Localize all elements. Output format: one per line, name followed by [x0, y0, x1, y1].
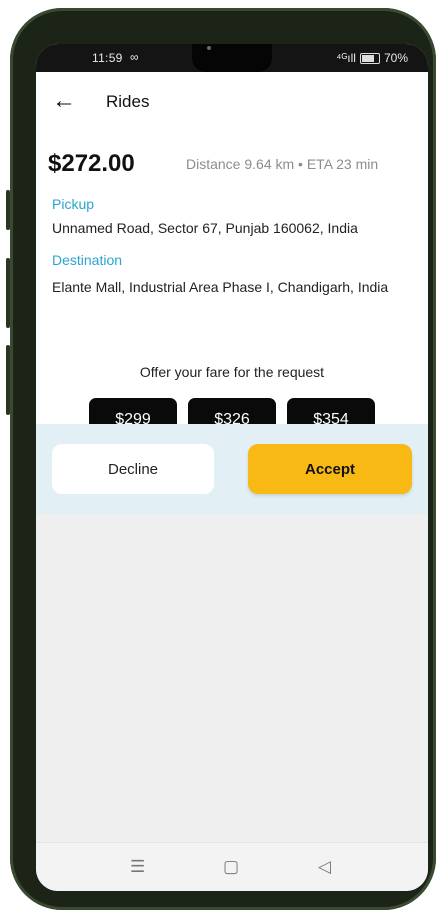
pickup-address: Unnamed Road, Sector 67, Punjab 160062, …: [52, 220, 358, 236]
status-time: 11:59: [92, 51, 123, 65]
page-title: Rides: [106, 92, 150, 111]
battery-level: 70%: [383, 51, 408, 65]
destination-address: Elante Mall, Industrial Area Phase I, Ch…: [52, 279, 389, 295]
battery-icon: [359, 52, 380, 64]
status-bar: 11:59 ∞ ⁴ᴳıll 70%: [36, 44, 428, 72]
camera-icon: [207, 46, 211, 50]
distance-eta: Distance 9.64 km • ETA 23 min: [186, 156, 379, 172]
camera-notch: [192, 44, 272, 72]
fare-price: $272.00: [48, 150, 135, 177]
menu-icon[interactable]: ☰: [130, 857, 145, 877]
volume-button: [6, 345, 10, 415]
screen: 11:59 ∞ ⁴ᴳıll 70% ← Rides $272.00 Distan…: [36, 44, 428, 891]
decline-button[interactable]: Decline: [52, 444, 214, 494]
back-arrow-icon[interactable]: ←: [52, 89, 76, 113]
accept-button[interactable]: Accept: [248, 444, 412, 494]
offer-prompt: Offer your fare for the request: [139, 364, 325, 380]
destination-label: Destination: [52, 252, 123, 268]
side-button: [6, 190, 10, 230]
signal-icon: ⁴ᴳıll: [336, 51, 356, 65]
action-bar: Decline Accept: [36, 424, 428, 514]
back-icon[interactable]: ◁: [318, 857, 331, 877]
status-extra-icon: ∞: [130, 50, 139, 64]
pickup-label: Pickup: [52, 196, 95, 212]
ride-request-card: ← Rides $272.00 Distance 9.64 km • ETA 2…: [36, 72, 428, 442]
volume-button: [6, 258, 10, 328]
home-icon[interactable]: ▢: [223, 857, 239, 877]
system-nav-bar: ☰ ▢ ◁: [36, 842, 428, 891]
